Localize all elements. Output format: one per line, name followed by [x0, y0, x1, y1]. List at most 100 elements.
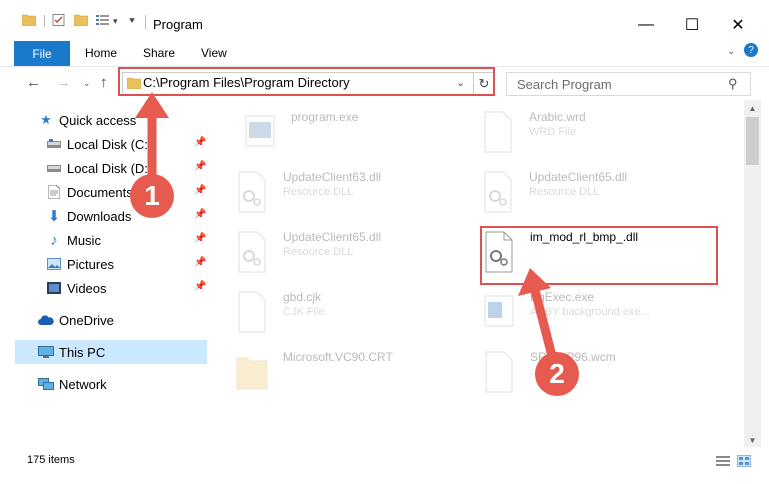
folder-icon — [236, 357, 268, 390]
file-item[interactable]: gbd.cjk CJK File — [235, 290, 465, 345]
file-name: UpdateClient63.dll — [283, 170, 382, 184]
qa-dropdown-icon[interactable]: ▾ — [113, 16, 118, 27]
tab-home[interactable]: Home — [85, 46, 117, 60]
sidebar-item-label: OneDrive — [59, 313, 114, 328]
new-folder-icon[interactable] — [74, 14, 88, 26]
sidebar-item-videos[interactable]: Videos 📌 — [0, 276, 208, 300]
pin-icon[interactable]: 📌 — [194, 161, 206, 172]
customize-view-icon[interactable] — [96, 14, 110, 26]
pin-icon[interactable]: 📌 — [194, 137, 206, 148]
scroll-down-icon[interactable]: ▼ — [744, 432, 761, 448]
search-input[interactable] — [515, 76, 719, 93]
details-view-icon[interactable] — [716, 455, 730, 467]
file-type: Resource DLL — [529, 186, 600, 198]
properties-icon[interactable] — [52, 14, 66, 26]
scrollbar-thumb[interactable] — [746, 117, 759, 165]
scroll-up-icon[interactable]: ▲ — [744, 100, 761, 116]
forward-arrow-icon[interactable]: → — [56, 74, 71, 91]
drive-icon — [46, 136, 62, 152]
tab-share[interactable]: Share — [143, 46, 175, 60]
file-item[interactable]: Arabic.wrd WRD File — [481, 110, 711, 165]
pin-icon[interactable]: 📌 — [194, 281, 206, 292]
qa-customize-icon[interactable]: ⯆ — [128, 16, 136, 27]
file-item[interactable]: UpdateClient63.dll Resource DLL — [235, 170, 465, 225]
large-icons-view-icon[interactable] — [737, 455, 751, 467]
video-icon — [46, 280, 62, 296]
tab-view[interactable]: View — [201, 46, 227, 60]
dll-file-icon — [238, 171, 266, 213]
file-name: program.exe — [291, 110, 359, 124]
file-type: CJK File — [283, 306, 325, 318]
sidebar-item-documents[interactable]: Documents 📌 — [0, 180, 208, 204]
recent-locations-icon[interactable]: ⌄ — [83, 78, 91, 89]
cloud-icon — [38, 312, 54, 328]
item-count: 175 items — [27, 454, 75, 466]
divider — [145, 15, 146, 29]
sidebar-item-label: Local Disk (D:) — [67, 161, 153, 176]
sidebar-item-quick-access[interactable]: ★ Quick access — [0, 108, 208, 132]
step-1-badge: 1 — [130, 174, 174, 218]
file-item[interactable]: Microsoft.VC90.CRT — [235, 350, 465, 405]
sidebar-item-label: Downloads — [67, 209, 132, 224]
drive-icon — [46, 160, 62, 176]
tab-file[interactable]: File — [14, 41, 70, 66]
sidebar-item-label: Pictures — [67, 257, 114, 272]
sidebar-item-music[interactable]: ♪ Music 📌 — [0, 228, 208, 252]
file-item[interactable]: SRWNP96.wcm ...e — [482, 350, 712, 405]
computer-icon — [38, 344, 54, 360]
minimize-button[interactable]: — — [623, 10, 669, 40]
file-name: Arabic.wrd — [529, 110, 586, 124]
sidebar-item-onedrive[interactable]: OneDrive — [0, 308, 208, 332]
sidebar-item-label: Documents — [67, 185, 133, 200]
close-button[interactable]: ✕ — [715, 10, 761, 40]
pin-icon[interactable]: 📌 — [194, 233, 206, 244]
file-type: WRD File — [529, 126, 577, 138]
expand-ribbon-icon[interactable]: ⌄ — [727, 46, 735, 57]
file-type: ABBY background exe... — [530, 306, 650, 318]
pin-icon[interactable]: 📌 — [194, 209, 206, 220]
sidebar-item-this-pc[interactable]: This PC — [0, 340, 208, 364]
file-name: Microsoft.VC90.CRT — [283, 350, 393, 364]
sidebar-item-label: Network — [59, 377, 107, 392]
network-icon — [38, 376, 54, 392]
window-title: Program — [153, 17, 203, 32]
sidebar-item-label: Quick access — [59, 113, 137, 128]
download-icon: ⬇ — [47, 208, 61, 225]
exe-file-icon — [245, 115, 275, 147]
document-file-icon — [485, 351, 513, 393]
file-name: UpdateClient65.dll — [529, 170, 628, 184]
sidebar-item-local-disk-d[interactable]: Local Disk (D:) 📌 — [0, 156, 208, 180]
exe-file-icon — [484, 295, 514, 327]
dll-file-icon — [238, 231, 266, 273]
file-item[interactable]: BgExec.exe ABBY background exe... — [482, 290, 712, 345]
file-item[interactable]: program.exe — [243, 110, 473, 165]
sidebar-item-downloads[interactable]: ⬇ Downloads 📌 — [0, 204, 208, 228]
file-name: UpdateClient65.dll — [283, 230, 382, 244]
file-item[interactable]: UpdateClient65.dll Resource DLL — [481, 170, 711, 225]
pin-icon[interactable]: 📌 — [194, 257, 206, 268]
sidebar-item-network[interactable]: Network — [0, 372, 208, 396]
step-2-badge: 2 — [535, 352, 579, 396]
sidebar-item-label: Videos — [67, 281, 107, 296]
document-icon — [46, 184, 62, 200]
dll-highlight-box — [480, 226, 718, 285]
document-file-icon — [484, 111, 512, 153]
search-box[interactable] — [506, 72, 751, 96]
pin-icon[interactable]: 📌 — [194, 185, 206, 196]
star-icon: ★ — [40, 112, 52, 127]
sidebar-item-local-disk-c[interactable]: Local Disk (C:) 📌 — [0, 132, 208, 156]
file-item[interactable]: UpdateClient65.dll Resource DLL — [235, 230, 465, 285]
maximize-button[interactable]: ☐ — [669, 10, 715, 40]
address-highlight-box — [118, 67, 495, 96]
dll-file-icon — [484, 171, 512, 213]
up-arrow-icon[interactable]: ↑ — [100, 74, 108, 91]
picture-icon — [46, 256, 62, 272]
sidebar-item-label: Music — [67, 233, 101, 248]
sidebar-item-pictures[interactable]: Pictures 📌 — [0, 252, 208, 276]
search-icon[interactable]: ⚲ — [728, 76, 738, 92]
document-file-icon — [238, 291, 266, 333]
divider — [44, 15, 45, 27]
file-type: Resource DLL — [283, 186, 354, 198]
back-arrow-icon[interactable]: ← — [26, 74, 41, 91]
help-icon[interactable]: ? — [744, 43, 758, 57]
